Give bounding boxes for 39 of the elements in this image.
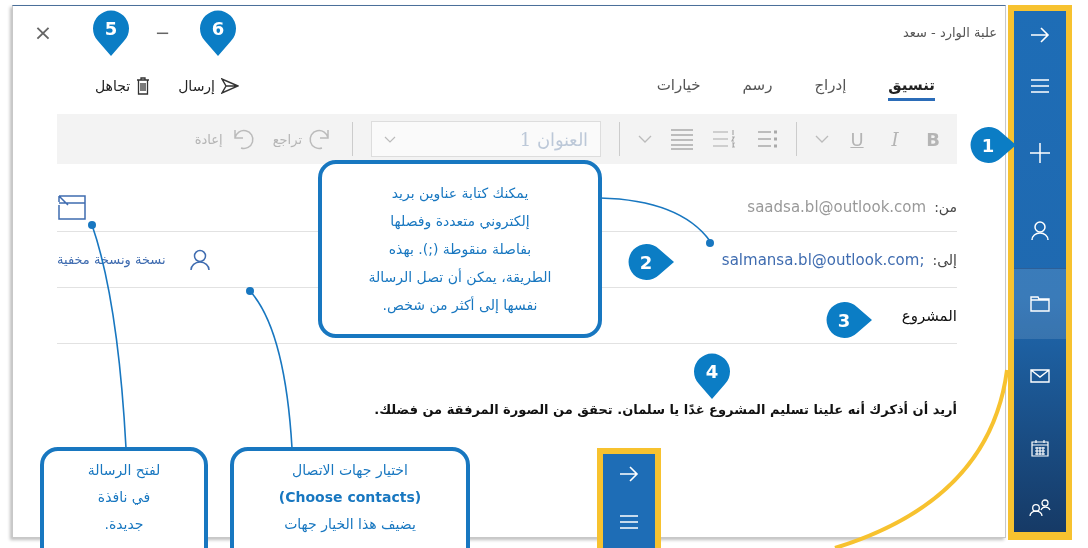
menu-icon	[619, 514, 639, 530]
trash-icon	[136, 77, 151, 95]
number-marker: 3	[826, 302, 872, 338]
number-marker: 2	[628, 244, 674, 280]
ribbon-tab[interactable]: خيارات	[656, 71, 701, 101]
discard-button[interactable]: تجاهل	[95, 77, 151, 95]
callout-text: لفتح الرسالة في نافذة جديدة.	[87, 461, 161, 534]
chevron-icon	[384, 135, 396, 143]
message-body[interactable]: أريد أن أذكرك أنه علينا تسليم المشروع غدًا يا سلمان. تحقق من الصورة المرفقة من فضلك.	[57, 402, 957, 417]
sidebar-item[interactable]	[1014, 269, 1066, 339]
number-marker: 5	[93, 10, 129, 56]
subject-text[interactable]: المشروع	[901, 306, 957, 325]
arrow-icon	[1030, 27, 1050, 43]
ribbon-tab[interactable]: رسم	[742, 71, 773, 101]
mail-icon	[1030, 369, 1050, 383]
from-address: saadsa.bl@outlook.com	[747, 197, 927, 216]
arrow-icon	[619, 466, 639, 482]
folder-icon	[1030, 296, 1050, 312]
to-address[interactable]: salmansa.bl@outlook.com;	[721, 250, 925, 269]
to-label: إلى:	[932, 251, 957, 268]
menu-icon	[1030, 78, 1050, 94]
send-button[interactable]: إرسال	[178, 77, 239, 95]
send-icon	[221, 78, 239, 94]
number-marker: 6	[200, 10, 236, 56]
person-icon[interactable]	[189, 248, 210, 271]
callout-text: يمكنك كتابة عناوين بريد إلكتروني متعددة وفصلها بفاصلة منقوطة (;). بهذه الطريقة، يمكن أن تصل الرسالة نفسها إلى أكثر من شخص.	[368, 184, 552, 316]
person-icon	[1031, 220, 1049, 241]
ribbon-tab[interactable]: تنسيق	[888, 71, 935, 101]
from-label: من:	[934, 198, 957, 215]
plus-icon	[1030, 143, 1050, 163]
people-icon	[1029, 498, 1051, 517]
window-title: علبة الوارد - سعد	[903, 24, 997, 40]
minimize-button[interactable]: −	[155, 21, 171, 43]
calendar-icon	[1031, 439, 1049, 457]
popout-window-icon[interactable]	[57, 193, 87, 220]
number-marker: 1	[970, 127, 1016, 163]
number-marker: 4	[694, 353, 730, 399]
ribbon-tab[interactable]: إدراج	[814, 71, 847, 101]
close-button[interactable]: ×	[31, 19, 55, 45]
